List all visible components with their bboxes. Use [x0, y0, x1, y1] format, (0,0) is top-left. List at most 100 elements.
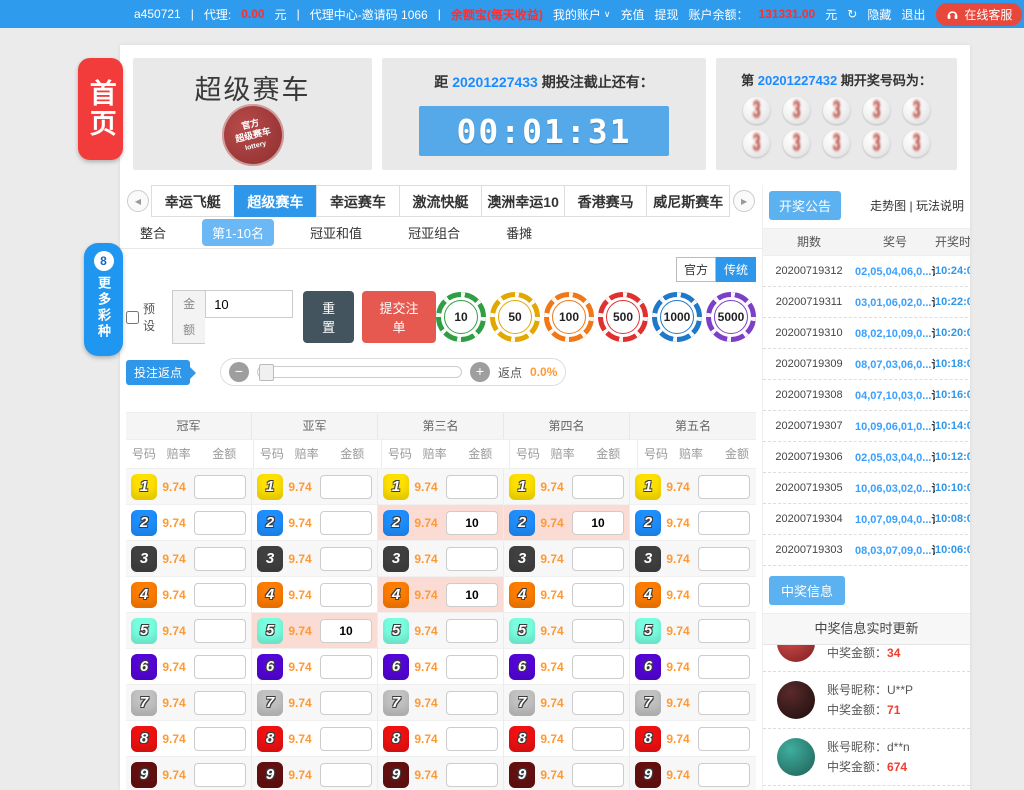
result-numbers-link[interactable]: 08,02,10,09,0...: [855, 328, 931, 340]
tabs-right-arrow-icon[interactable]: ▶: [733, 190, 755, 212]
preset-checkbox[interactable]: [126, 311, 139, 324]
bet-amount-input[interactable]: [194, 655, 246, 679]
bet-amount-input[interactable]: [320, 691, 372, 715]
bet-amount-input[interactable]: [320, 475, 372, 499]
bet-amount-input[interactable]: [446, 655, 498, 679]
subtab-2[interactable]: 冠亚和值: [300, 219, 372, 246]
number-badge[interactable]: 4: [131, 582, 157, 608]
bet-amount-input[interactable]: [194, 619, 246, 643]
chip-50[interactable]: 50: [490, 292, 540, 342]
bet-amount-input[interactable]: [194, 727, 246, 751]
bet-amount-input[interactable]: [320, 655, 372, 679]
number-badge[interactable]: 9: [635, 762, 661, 788]
bet-amount-input[interactable]: [698, 619, 750, 643]
subtab-4[interactable]: 番摊: [496, 219, 542, 246]
bet-amount-input[interactable]: [572, 727, 624, 751]
reset-button[interactable]: 重置: [303, 291, 354, 343]
number-badge[interactable]: 7: [635, 690, 661, 716]
bet-amount-input[interactable]: [446, 511, 498, 535]
bet-amount-input[interactable]: [572, 547, 624, 571]
bet-amount-input[interactable]: [320, 763, 372, 787]
trend-link[interactable]: 走势图: [870, 199, 906, 213]
bet-amount-input[interactable]: [446, 583, 498, 607]
bet-amount-input[interactable]: [194, 763, 246, 787]
bet-amount-input[interactable]: [572, 655, 624, 679]
chip-1000[interactable]: 1000: [652, 292, 702, 342]
number-badge[interactable]: 9: [131, 762, 157, 788]
bet-amount-input[interactable]: [572, 583, 624, 607]
number-badge[interactable]: 5: [635, 618, 661, 644]
slider-handle[interactable]: [259, 364, 274, 381]
bet-amount-input[interactable]: [446, 547, 498, 571]
logout-link[interactable]: 退出: [901, 6, 925, 23]
hide-balance-link[interactable]: 隐藏: [867, 6, 891, 23]
number-badge[interactable]: 7: [509, 690, 535, 716]
submit-bet-button[interactable]: 提交注单: [362, 291, 436, 343]
bet-amount-input[interactable]: [572, 763, 624, 787]
slider-track[interactable]: [257, 366, 462, 378]
number-badge[interactable]: 9: [509, 762, 535, 788]
bet-amount-input[interactable]: [698, 583, 750, 607]
number-badge[interactable]: 3: [131, 546, 157, 572]
tab-4[interactable]: 澳洲幸运10: [481, 185, 565, 217]
bet-amount-input[interactable]: [320, 727, 372, 751]
bet-amount-input[interactable]: [698, 511, 750, 535]
number-badge[interactable]: 9: [383, 762, 409, 788]
number-badge[interactable]: 2: [635, 510, 661, 536]
number-badge[interactable]: 2: [257, 510, 283, 536]
number-badge[interactable]: 8: [383, 726, 409, 752]
refresh-icon[interactable]: ↻: [847, 7, 857, 21]
bet-amount-input[interactable]: [572, 691, 624, 715]
bet-amount-input[interactable]: [446, 619, 498, 643]
number-badge[interactable]: 7: [131, 690, 157, 716]
bet-amount-input[interactable]: [194, 691, 246, 715]
winners-button[interactable]: 中奖信息: [769, 576, 845, 605]
bet-amount-input[interactable]: [572, 511, 624, 535]
bet-amount-input[interactable]: [320, 511, 372, 535]
result-numbers-link[interactable]: 04,07,10,03,0...: [855, 390, 931, 402]
number-badge[interactable]: 1: [131, 474, 157, 500]
bet-amount-input[interactable]: [446, 763, 498, 787]
bet-amount-input[interactable]: [698, 655, 750, 679]
bet-amount-input[interactable]: [194, 511, 246, 535]
agent-center-link[interactable]: 代理中心-邀请码 1066: [310, 6, 428, 23]
rules-link[interactable]: 玩法说明: [916, 199, 964, 213]
number-badge[interactable]: 7: [383, 690, 409, 716]
result-numbers-link[interactable]: 10,07,09,04,0...: [855, 514, 931, 526]
number-badge[interactable]: 6: [257, 654, 283, 680]
result-numbers-link[interactable]: 02,05,04,06,0...: [855, 266, 931, 278]
number-badge[interactable]: 1: [383, 474, 409, 500]
result-numbers-link[interactable]: 08,03,07,09,0...: [855, 545, 931, 557]
number-badge[interactable]: 7: [257, 690, 283, 716]
number-badge[interactable]: 1: [509, 474, 535, 500]
number-badge[interactable]: 5: [509, 618, 535, 644]
subtab-0[interactable]: 整合: [130, 219, 176, 246]
tab-6[interactable]: 威尼斯赛车: [646, 185, 730, 217]
number-badge[interactable]: 8: [635, 726, 661, 752]
number-badge[interactable]: 5: [383, 618, 409, 644]
number-badge[interactable]: 3: [383, 546, 409, 572]
number-badge[interactable]: 2: [383, 510, 409, 536]
number-badge[interactable]: 4: [635, 582, 661, 608]
announce-button[interactable]: 开奖公告: [769, 191, 841, 220]
bet-amount-input[interactable]: [320, 547, 372, 571]
customer-service-button[interactable]: 在线客服: [936, 3, 1022, 26]
chip-500[interactable]: 500: [598, 292, 648, 342]
number-badge[interactable]: 3: [509, 546, 535, 572]
recharge-link[interactable]: 充值: [620, 6, 644, 23]
bet-amount-input[interactable]: [698, 547, 750, 571]
tab-1[interactable]: 超级赛车: [234, 185, 318, 217]
number-badge[interactable]: 8: [257, 726, 283, 752]
tabs-left-arrow-icon[interactable]: ◀: [127, 190, 149, 212]
number-badge[interactable]: 4: [257, 582, 283, 608]
chip-100[interactable]: 100: [544, 292, 594, 342]
minus-button[interactable]: −: [229, 362, 249, 382]
yuebao-link[interactable]: 余额宝(每天收益): [451, 6, 543, 23]
plus-button[interactable]: +: [470, 362, 490, 382]
bet-amount-input[interactable]: [194, 475, 246, 499]
bet-amount-input[interactable]: [698, 475, 750, 499]
tab-2[interactable]: 幸运赛车: [316, 185, 400, 217]
bet-amount-input[interactable]: [194, 583, 246, 607]
bet-amount-input[interactable]: [572, 475, 624, 499]
bet-amount-input[interactable]: [446, 727, 498, 751]
